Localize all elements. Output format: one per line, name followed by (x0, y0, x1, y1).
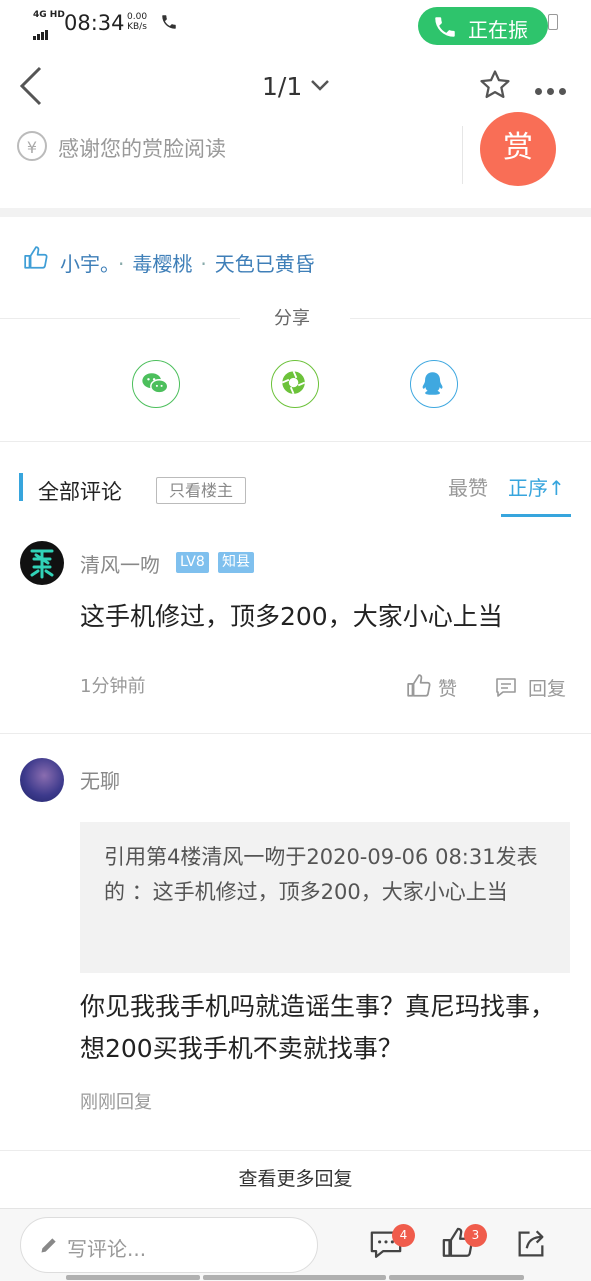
signal-icon (33, 21, 49, 40)
avatar[interactable] (20, 541, 64, 585)
nav-gesture-bar (389, 1275, 524, 1280)
nav-gesture-bar (66, 1275, 200, 1280)
pencil-icon (41, 1238, 56, 1253)
divider (0, 441, 591, 442)
network-speed: 0.00 KB/s (127, 12, 147, 32)
active-tab-indicator (501, 514, 571, 517)
divider (0, 733, 591, 734)
share-divider-right (350, 318, 591, 319)
share-title: 分享 (274, 308, 310, 329)
speed-unit: KB/s (127, 22, 147, 32)
status-time: 08:34 (64, 11, 125, 35)
comment-text: 这手机修过，顶多200，大家小心上当 (80, 602, 503, 631)
comment-time: 刚刚回复 (80, 1092, 152, 1113)
section-marker (19, 473, 23, 501)
thumbs-up-icon (24, 246, 48, 269)
qq-icon (422, 372, 443, 395)
yuan-icon: ¥ (17, 131, 47, 161)
speed-value: 0.00 (127, 12, 148, 22)
comment-input-placeholder: 写评论... (67, 1237, 147, 1261)
phone-icon (162, 15, 176, 29)
moments-icon (281, 370, 306, 395)
avatar-logo-icon (30, 549, 54, 579)
section-gap (0, 208, 591, 217)
reply-button[interactable]: 回复 (528, 674, 566, 701)
view-more-replies-button[interactable]: 查看更多回复 (0, 1150, 591, 1207)
sort-chronological-tab[interactable]: 正序↑ (508, 472, 565, 501)
star-icon[interactable] (478, 68, 512, 102)
avatar[interactable] (20, 758, 64, 802)
share-icon[interactable] (514, 1227, 548, 1261)
moments-share-button[interactable] (271, 360, 319, 408)
separator: · (118, 252, 125, 276)
comments-title: 全部评论 (38, 480, 122, 504)
divider (462, 126, 463, 184)
more-options-icon[interactable] (535, 80, 571, 99)
qq-share-button[interactable] (410, 360, 458, 408)
liked-user[interactable]: 天色已黄昏 (215, 252, 315, 276)
comment-input[interactable]: 写评论... (20, 1217, 318, 1273)
network-type: 4G HD (33, 10, 65, 20)
nav-bar: 1/1 (0, 46, 591, 124)
back-arrow-icon[interactable] (18, 66, 44, 106)
rank-badge: 知县 (218, 552, 254, 573)
reply-icon[interactable] (494, 675, 518, 699)
like-button[interactable]: 赞 (438, 674, 457, 701)
status-bar: 4G HD 08:34 0.00 KB/s 正在振 (0, 0, 591, 46)
liked-user[interactable]: 毒樱桃 (132, 252, 192, 276)
battery-icon (548, 14, 558, 30)
ongoing-call-pill[interactable]: 正在振 (418, 7, 548, 45)
wechat-share-button[interactable] (132, 360, 180, 408)
sort-most-liked-tab[interactable]: 最赞 (448, 472, 488, 501)
like-count-badge: 3 (464, 1224, 487, 1247)
thumbs-up-icon[interactable] (406, 673, 432, 699)
comment-username[interactable]: 清风一吻 (80, 549, 160, 578)
owner-only-button[interactable]: 只看楼主 (156, 477, 246, 504)
reward-button[interactable]: 赏 (480, 112, 556, 186)
liked-users: 小宇。 · 毒樱桃 · 天色已黄昏 (60, 248, 315, 277)
phone-icon (435, 17, 455, 37)
call-label: 正在振 (468, 18, 528, 42)
wechat-icon (142, 373, 169, 394)
reward-prompt: 感谢您的赏脸阅读 (58, 137, 226, 161)
liked-user[interactable]: 小宇。 (60, 252, 110, 276)
page-indicator[interactable]: 1/1 (262, 72, 302, 101)
comment-text: 你见我我手机吗就造谣生事？真尼玛找事，想200买我手机不卖就找事？ (80, 992, 556, 1063)
share-divider-left (0, 318, 240, 319)
comment-username[interactable]: 无聊 (80, 765, 120, 794)
comment-count-badge: 4 (392, 1224, 415, 1247)
quoted-comment: 引用第4楼清风一吻于2020-09-06 08:31发表的 ：这手机修过，顶多2… (80, 822, 570, 973)
comment-time: 1分钟前 (80, 676, 146, 697)
chevron-down-icon[interactable] (310, 79, 330, 91)
level-badge: LV8 (176, 552, 209, 573)
separator: · (200, 252, 207, 276)
nav-gesture-bar (203, 1275, 386, 1280)
